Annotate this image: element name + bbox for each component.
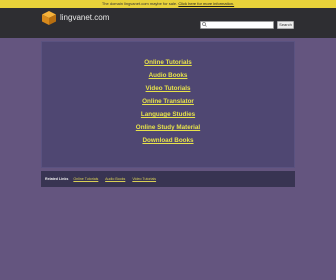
link-language-studies[interactable]: Language Studies — [42, 108, 294, 121]
sale-banner: The domain lingvanet.com maybe for sale.… — [0, 0, 336, 8]
search-input[interactable] — [200, 21, 274, 29]
link-download-books[interactable]: Download Books — [42, 134, 294, 147]
related-links-label: Related Links — [45, 177, 69, 181]
related-link-online-tutorials[interactable]: Online Tutorials — [73, 177, 98, 181]
link-audio-books[interactable]: Audio Books — [42, 69, 294, 82]
site-title[interactable]: lingvanet.com — [60, 12, 109, 24]
links-panel: Online Tutorials Audio Books Video Tutor… — [41, 41, 295, 168]
search-button[interactable]: Search — [277, 21, 294, 29]
cube-logo-icon — [42, 11, 56, 25]
related-link-video-tutorials[interactable]: Video Tutorials — [132, 177, 156, 181]
sale-banner-text: The domain lingvanet.com maybe for sale. — [101, 1, 178, 6]
link-online-study-material[interactable]: Online Study Material — [42, 121, 294, 134]
link-list: Online Tutorials Audio Books Video Tutor… — [42, 56, 294, 147]
link-online-tutorials[interactable]: Online Tutorials — [42, 56, 294, 69]
related-link-audio-books[interactable]: Audio Books — [105, 177, 125, 181]
related-links-bar: Related Links Online Tutorials Audio Boo… — [41, 171, 295, 187]
sale-banner-link[interactable]: Click here for more information. — [178, 1, 234, 6]
link-video-tutorials[interactable]: Video Tutorials — [42, 82, 294, 95]
search-icon — [202, 22, 207, 27]
link-online-translator[interactable]: Online Translator — [42, 95, 294, 108]
